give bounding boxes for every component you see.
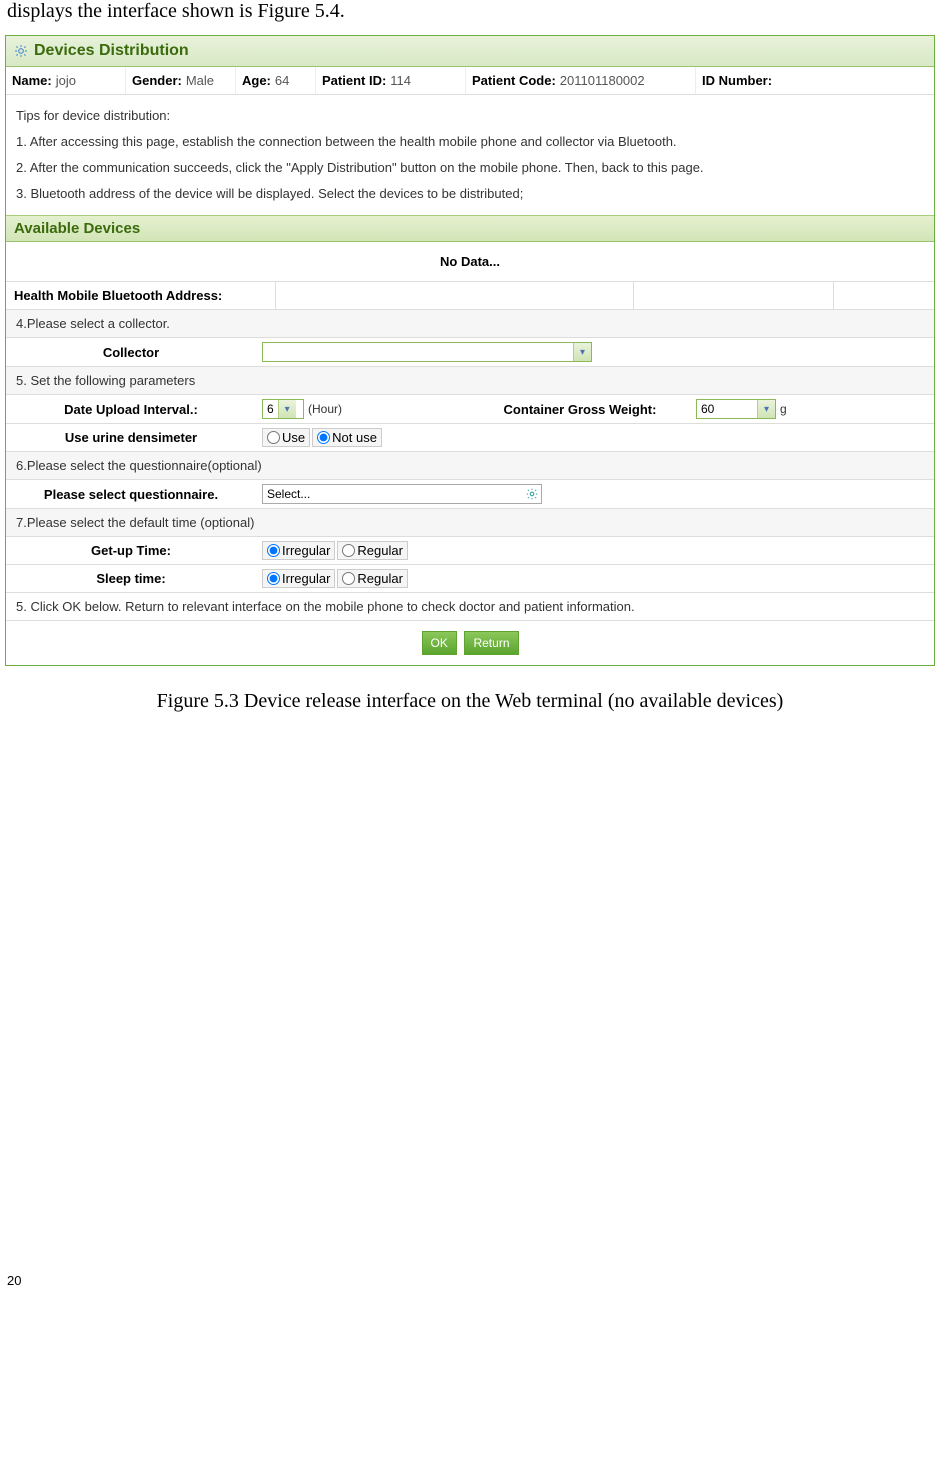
patient-id-label: Patient ID: [322,73,386,88]
densimeter-label: Use urine densimeter [6,424,256,451]
step-6: 6.Please select the questionnaire(option… [6,452,934,480]
getup-irregular-radio[interactable]: Irregular [262,541,335,560]
bluetooth-address-row: Health Mobile Bluetooth Address: [6,282,934,310]
hba-cell-3 [834,282,934,309]
chevron-down-icon: ▾ [573,343,591,361]
questionnaire-label: Please select questionnaire. [6,481,256,508]
cgw-value: 60 [697,402,757,416]
name-label: Name: [12,73,52,88]
date-upload-interval-label: Date Upload Interval.: [6,396,256,423]
collector-dropdown[interactable]: ▾ [262,342,592,362]
getup-regular-radio[interactable]: Regular [337,541,408,560]
hba-cell-2 [634,282,834,309]
patient-info-row: Name: jojo Gender: Male Age: 64 Patient … [6,67,934,95]
panel-header: Devices Distribution [6,36,934,67]
ok-button[interactable]: OK [422,631,457,655]
parameters-row-1: Date Upload Interval.: 6 ▾ (Hour) Contai… [6,395,934,424]
return-button[interactable]: Return [464,631,518,655]
tips-heading: Tips for device distribution: [16,103,924,129]
chevron-down-icon: ▾ [757,400,775,418]
sleep-time-row: Sleep time: Irregular Regular [6,565,934,593]
step-4: 4.Please select a collector. [6,310,934,338]
getup-time-label: Get-up Time: [6,537,256,564]
densimeter-row: Use urine densimeter Use Not use [6,424,934,452]
devices-distribution-panel: Devices Distribution Name: jojo Gender: … [5,35,935,666]
step-7: 7.Please select the default time (option… [6,509,934,537]
no-data-message: No Data... [6,242,934,282]
hba-label: Health Mobile Bluetooth Address: [6,282,276,309]
questionnaire-placeholder: Select... [267,487,310,501]
figure-caption: Figure 5.3 Device release interface on t… [5,690,935,713]
questionnaire-dropdown[interactable]: Select... [262,484,542,504]
collector-row: Collector ▾ [6,338,934,367]
dui-value: 6 [263,402,278,416]
densimeter-use-radio[interactable]: Use [262,428,310,447]
panel-title: Devices Distribution [34,42,189,60]
sleep-irregular-radio[interactable]: Irregular [262,569,335,588]
age-value: 64 [275,73,289,88]
age-label: Age: [242,73,271,88]
buttons-row: OK Return [6,621,934,665]
sleep-regular-radio[interactable]: Regular [337,569,408,588]
densimeter-notuse-radio[interactable]: Not use [312,428,382,447]
gender-label: Gender: [132,73,182,88]
collector-label: Collector [6,339,256,366]
date-upload-interval-dropdown[interactable]: 6 ▾ [262,399,304,419]
sleep-time-label: Sleep time: [6,565,256,592]
cgw-suffix: g [780,402,787,416]
container-gross-weight-label: Container Gross Weight: [470,396,690,423]
available-devices-header: Available Devices [6,215,934,242]
gear-icon [523,485,541,503]
patient-code-label: Patient Code: [472,73,556,88]
dui-suffix: (Hour) [308,402,342,416]
step-5b: 5. Click OK below. Return to relevant in… [6,593,934,621]
intro-text: displays the interface shown is Figure 5… [5,0,935,23]
name-value: jojo [56,73,76,88]
chevron-down-icon: ▾ [278,400,296,418]
container-gross-weight-dropdown[interactable]: 60 ▾ [696,399,776,419]
tips-section: Tips for device distribution: 1. After a… [6,95,934,215]
step-5: 5. Set the following parameters [6,367,934,395]
page-number: 20 [5,1273,935,1288]
patient-code-value: 201101180002 [560,73,645,88]
gender-value: Male [186,73,214,88]
gear-icon [14,44,28,58]
getup-time-row: Get-up Time: Irregular Regular [6,537,934,565]
patient-id-value: 114 [390,73,411,88]
hba-cell-1 [276,282,634,309]
questionnaire-row: Please select questionnaire. Select... [6,480,934,509]
tip-2: 2. After the communication succeeds, cli… [16,155,924,181]
tip-1: 1. After accessing this page, establish … [16,129,924,155]
tip-3: 3. Bluetooth address of the device will … [16,181,924,207]
id-number-label: ID Number: [702,73,772,88]
